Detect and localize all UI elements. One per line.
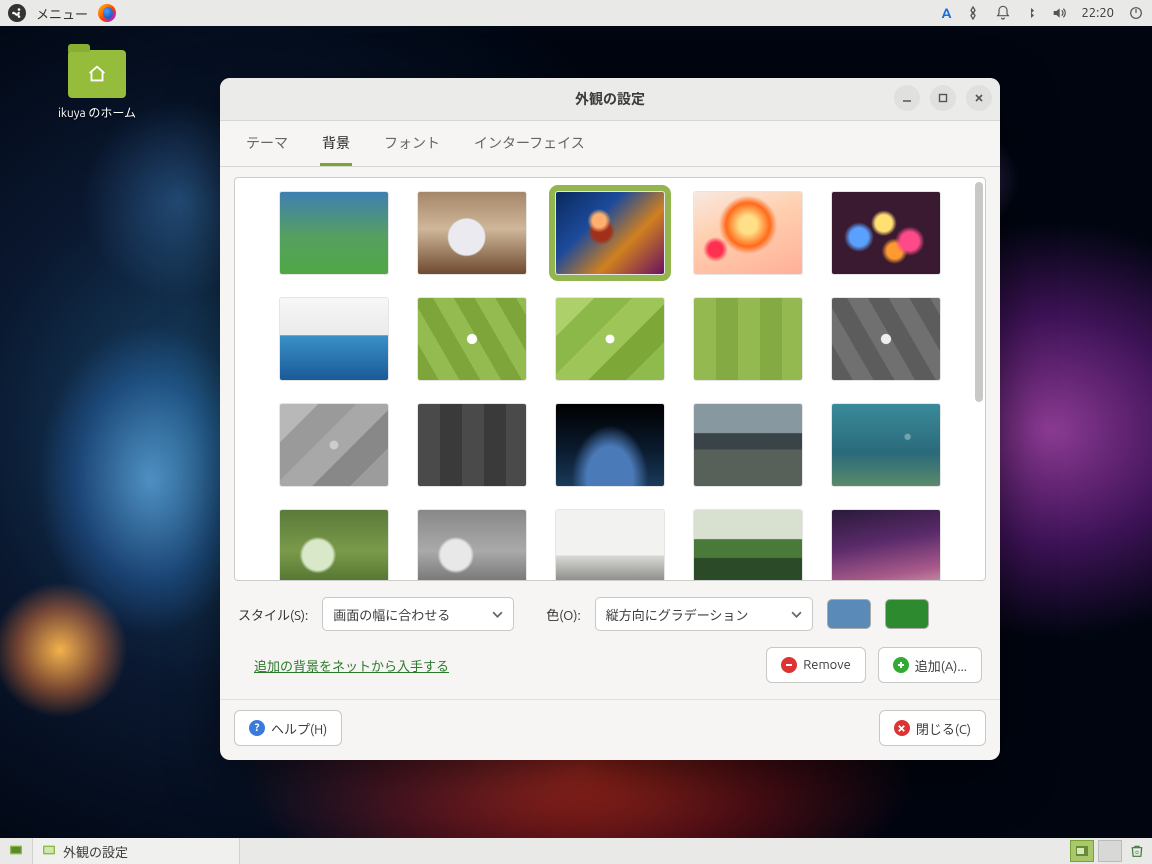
bottom-panel: 外観の設定 bbox=[0, 838, 1152, 864]
trash-icon[interactable] bbox=[1126, 840, 1148, 862]
start-menu-icon[interactable] bbox=[8, 4, 26, 22]
settings-tabs: テーマ 背景 フォント インターフェイス bbox=[220, 121, 1000, 167]
maximize-button[interactable] bbox=[930, 85, 956, 111]
taskbar-item-label: 外観の設定 bbox=[63, 842, 128, 861]
wallpaper-thumb[interactable] bbox=[832, 192, 940, 274]
folder-icon bbox=[68, 50, 126, 98]
close-dialog-button[interactable]: 閉じる(C) bbox=[879, 710, 986, 746]
secondary-color-swatch[interactable] bbox=[885, 599, 929, 629]
tab-background[interactable]: 背景 bbox=[320, 133, 352, 166]
color-label: 色(O): bbox=[546, 605, 580, 624]
workspace-1-button[interactable] bbox=[1070, 840, 1094, 862]
network-icon[interactable] bbox=[965, 5, 981, 21]
wallpaper-thumb[interactable] bbox=[694, 510, 802, 580]
style-label: スタイル(S): bbox=[238, 605, 308, 624]
home-folder-desktop-icon[interactable]: ikuya のホーム bbox=[42, 50, 152, 121]
power-icon[interactable] bbox=[1128, 5, 1144, 21]
wallpaper-thumb[interactable] bbox=[832, 404, 940, 486]
top-panel: メニュー A 22:20 bbox=[0, 0, 1152, 26]
desktop-icon bbox=[8, 843, 24, 859]
wallpaper-thumb[interactable] bbox=[418, 510, 526, 580]
desktop: メニュー A 22:20 ikuya のホーム 外観の設定 bbox=[0, 0, 1152, 864]
appearance-settings-window: 外観の設定 テーマ 背景 フォント インターフェイス bbox=[220, 78, 1000, 760]
minus-icon bbox=[781, 657, 797, 673]
show-desktop-button[interactable] bbox=[0, 838, 33, 864]
wallpaper-thumb[interactable] bbox=[556, 510, 664, 580]
wallpaper-thumb[interactable] bbox=[694, 298, 802, 380]
notifications-icon[interactable] bbox=[995, 5, 1011, 21]
clock[interactable]: 22:20 bbox=[1081, 6, 1114, 20]
primary-color-swatch[interactable] bbox=[827, 599, 871, 629]
color-mode-value: 縦方向にグラデーション bbox=[606, 605, 749, 624]
wallpaper-thumb[interactable] bbox=[832, 510, 940, 580]
wallpaper-thumb[interactable] bbox=[694, 192, 802, 274]
window-title: 外観の設定 bbox=[575, 89, 645, 109]
background-actions: 追加の背景をネットから入手する Remove 追加(A)... bbox=[220, 635, 1000, 699]
help-icon: ? bbox=[249, 720, 265, 736]
wallpaper-thumb[interactable] bbox=[418, 404, 526, 486]
titlebar[interactable]: 外観の設定 bbox=[220, 78, 1000, 121]
wallpaper-thumb[interactable] bbox=[694, 404, 802, 486]
wallpaper-thumb[interactable] bbox=[418, 298, 526, 380]
get-more-online-link[interactable]: 追加の背景をネットから入手する bbox=[254, 656, 449, 675]
workspace-2-button[interactable] bbox=[1098, 840, 1122, 862]
system-tray bbox=[1070, 840, 1152, 862]
wallpaper-thumb-selected[interactable] bbox=[556, 192, 664, 274]
chevron-down-icon bbox=[492, 609, 503, 620]
help-label: ヘルプ(H) bbox=[271, 719, 327, 738]
firefox-icon[interactable] bbox=[98, 4, 116, 22]
home-folder-label: ikuya のホーム bbox=[42, 104, 152, 121]
wallpaper-gallery bbox=[234, 177, 986, 581]
remove-label: Remove bbox=[803, 658, 851, 672]
menu-label[interactable]: メニュー bbox=[36, 4, 88, 23]
wallpaper-thumb[interactable] bbox=[556, 298, 664, 380]
add-label: 追加(A)... bbox=[915, 656, 967, 675]
add-button[interactable]: 追加(A)... bbox=[878, 647, 982, 683]
taskbar-item-appearance[interactable]: 外観の設定 bbox=[33, 838, 240, 864]
help-button[interactable]: ? ヘルプ(H) bbox=[234, 710, 342, 746]
wallpaper-thumb[interactable] bbox=[280, 510, 388, 580]
close-icon bbox=[894, 720, 910, 736]
wallpaper-thumb[interactable] bbox=[418, 192, 526, 274]
tab-font[interactable]: フォント bbox=[382, 133, 442, 166]
color-mode-combobox[interactable]: 縦方向にグラデーション bbox=[595, 597, 813, 631]
remove-button[interactable]: Remove bbox=[766, 647, 866, 683]
close-label: 閉じる(C) bbox=[916, 719, 971, 738]
background-controls: スタイル(S): 画面の幅に合わせる 色(O): 縦方向にグラデーション bbox=[220, 587, 1000, 635]
input-method-indicator[interactable]: A bbox=[942, 5, 952, 21]
close-button[interactable] bbox=[966, 85, 992, 111]
tab-interface[interactable]: インターフェイス bbox=[472, 133, 587, 166]
chevron-down-icon bbox=[791, 609, 802, 620]
wallpaper-thumb[interactable] bbox=[280, 298, 388, 380]
gallery-scrollbar[interactable] bbox=[975, 182, 983, 402]
style-combobox[interactable]: 画面の幅に合わせる bbox=[322, 597, 514, 631]
wallpaper-thumb[interactable] bbox=[280, 192, 388, 274]
window-footer: ? ヘルプ(H) 閉じる(C) bbox=[220, 699, 1000, 760]
style-value: 画面の幅に合わせる bbox=[333, 605, 450, 624]
bluetooth-icon[interactable] bbox=[1025, 5, 1037, 21]
wallpaper-thumb[interactable] bbox=[280, 404, 388, 486]
tab-theme[interactable]: テーマ bbox=[244, 133, 290, 166]
minimize-button[interactable] bbox=[894, 85, 920, 111]
wallpaper-thumb[interactable] bbox=[556, 404, 664, 486]
plus-icon bbox=[893, 657, 909, 673]
volume-icon[interactable] bbox=[1051, 5, 1067, 21]
settings-app-icon bbox=[41, 843, 57, 859]
wallpaper-thumb[interactable] bbox=[832, 298, 940, 380]
